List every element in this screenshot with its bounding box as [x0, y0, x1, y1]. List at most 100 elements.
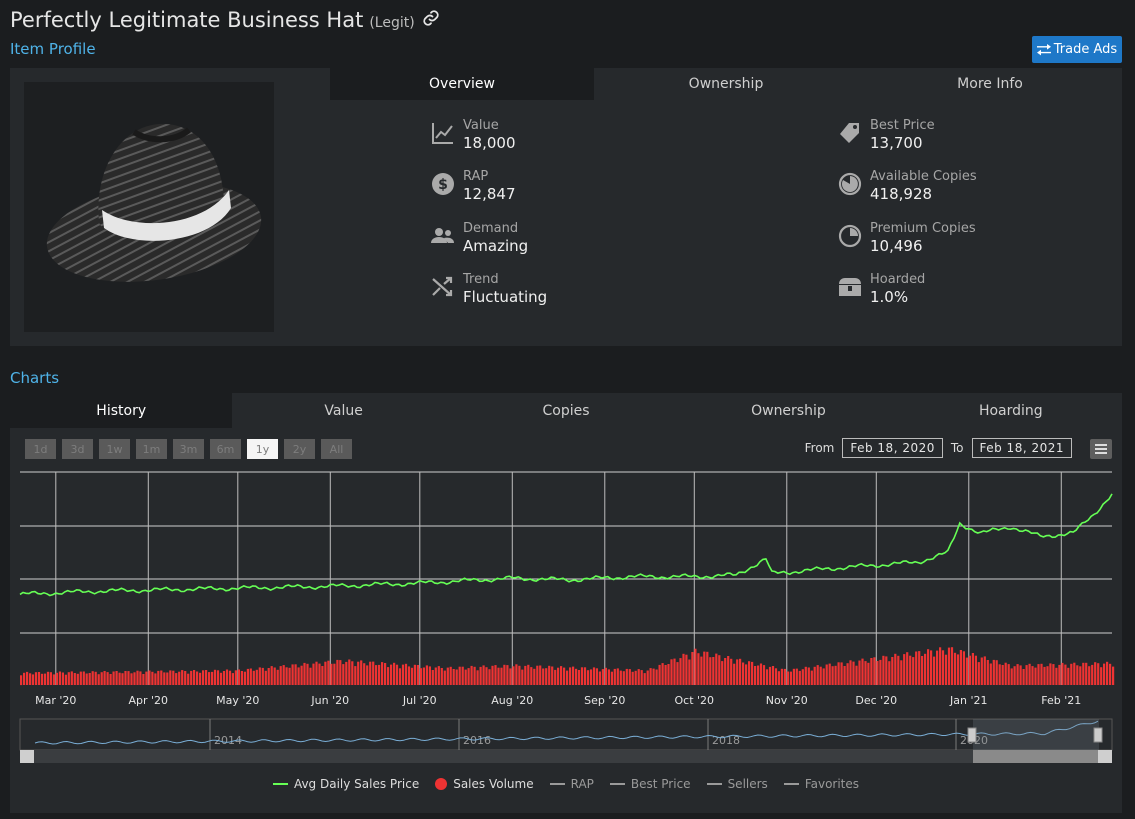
tab-hoarding[interactable]: Hoarding — [900, 393, 1122, 428]
x-tick-label: Jan '21 — [949, 694, 987, 707]
sales-volume-bar — [1040, 663, 1043, 685]
sales-volume-bar — [282, 665, 285, 685]
link-icon[interactable] — [422, 9, 440, 27]
sales-volume-bar — [882, 655, 885, 685]
sales-volume-bar — [97, 674, 100, 685]
sales-volume-bar — [252, 670, 255, 685]
scrollbar-thumb — [973, 750, 1099, 763]
tab-history[interactable]: History — [10, 393, 233, 428]
sales-volume-bar — [106, 672, 109, 685]
sales-volume-bar — [52, 674, 55, 685]
sales-volume-bar — [813, 666, 816, 685]
sales-volume-bar — [190, 670, 193, 685]
sales-volume-bar — [258, 667, 261, 685]
tab-value[interactable]: Value — [232, 393, 454, 428]
legend-item-favorites[interactable]: Favorites — [783, 777, 860, 791]
x-tick-label: Jul '20 — [402, 694, 437, 707]
sales-volume-bar — [485, 667, 488, 685]
sales-volume-bar — [1082, 662, 1085, 685]
sales-volume-bar — [464, 669, 467, 685]
sales-volume-bar — [127, 671, 130, 685]
sales-volume-bar — [142, 674, 145, 685]
sales-volume-bar — [849, 660, 852, 685]
stat-label: Demand — [463, 221, 519, 236]
sales-volume-bar — [458, 666, 461, 685]
sales-volume-bar — [580, 667, 584, 685]
sales-volume-bar — [1070, 663, 1073, 685]
sales-volume-bar — [29, 673, 32, 685]
sales-volume-bar — [494, 665, 497, 685]
sales-volume-bar — [667, 664, 670, 685]
sales-volume-bar — [542, 668, 545, 685]
sales-volume-bar — [855, 665, 858, 685]
legend-item-best-price[interactable]: Best Price — [609, 777, 691, 791]
sales-volume-bar — [861, 658, 864, 685]
sales-volume-bar — [163, 672, 166, 685]
sales-volume-bar — [419, 668, 422, 685]
sales-volume-bar — [378, 664, 381, 685]
tab-overview[interactable]: Overview — [330, 68, 594, 100]
sales-volume-bar — [613, 668, 616, 685]
sales-volume-bar — [169, 670, 172, 685]
sales-volume-bar — [909, 655, 912, 685]
sales-volume-bar — [1079, 666, 1082, 685]
legend-item-avg-price[interactable]: Avg Daily Sales Price — [272, 777, 419, 791]
sales-volume-bar — [151, 671, 154, 685]
sales-volume-bar — [670, 659, 673, 685]
legend-item-sellers[interactable]: Sellers — [706, 777, 768, 791]
sales-volume-bar — [646, 670, 649, 685]
sales-volume-bar — [381, 662, 384, 685]
sales-volume-bar — [953, 652, 957, 685]
tab-ownership-chart[interactable]: Ownership — [677, 393, 899, 428]
stat-demand: Demand Amazing — [430, 221, 528, 255]
legend-label: Best Price — [630, 777, 691, 791]
sales-volume-bar — [288, 667, 291, 685]
sales-volume-bar — [324, 661, 327, 685]
sales-volume-bar — [777, 671, 780, 685]
sales-volume-bar — [202, 670, 205, 685]
profile-tabs: Overview Ownership More Info — [330, 68, 1122, 100]
sales-volume-bar — [157, 670, 160, 685]
sales-volume-bar — [1064, 664, 1067, 685]
x-tick-label: Dec '20 — [855, 694, 897, 707]
sales-volume-bar — [625, 668, 628, 685]
sales-volume-bar — [136, 670, 139, 685]
tab-ownership[interactable]: Ownership — [594, 68, 858, 100]
sales-volume-bar — [631, 671, 634, 685]
sales-volume-bar — [852, 661, 855, 685]
sales-volume-bar — [524, 665, 527, 685]
sales-volume-bar — [357, 661, 360, 685]
legend-item-sales-volume[interactable]: Sales Volume — [435, 777, 534, 791]
sales-volume-bar — [557, 667, 560, 685]
trade-ads-button[interactable]: Trade Ads — [1032, 36, 1122, 63]
sales-volume-bar — [971, 653, 974, 685]
x-tick-label: Apr '20 — [129, 694, 169, 707]
sales-volume-bar — [130, 673, 133, 685]
legend-label: Favorites — [804, 777, 860, 791]
sales-volume-bar — [339, 660, 342, 685]
stat-value-text: Fluctuating — [463, 288, 548, 306]
sales-volume-bar — [879, 659, 882, 685]
sales-volume-bar — [404, 663, 408, 685]
sales-volume-bar — [903, 654, 906, 685]
svg-text:$: $ — [438, 177, 448, 193]
tab-more-info[interactable]: More Info — [858, 68, 1122, 100]
sales-volume-bar — [49, 672, 52, 685]
sales-volume-bar — [604, 667, 607, 685]
sales-volume-bar — [536, 665, 539, 685]
sales-volume-bar — [724, 658, 727, 685]
sales-volume-bar — [554, 669, 557, 685]
sales-volume-bar — [491, 665, 494, 685]
shuffle-icon — [430, 274, 456, 300]
tab-copies[interactable]: Copies — [455, 393, 677, 428]
navigator-left-handle — [967, 727, 977, 743]
sales-volume-bar — [443, 670, 446, 685]
sales-volume-bar — [804, 666, 807, 685]
legend-item-rap[interactable]: RAP — [549, 777, 594, 791]
sales-volume-bar — [592, 667, 596, 685]
sales-volume-bar — [452, 669, 455, 685]
chart-panel: 1d 3d 1w 1m 3m 6m 1y 2y All From Feb 18,… — [10, 428, 1122, 813]
sales-volume-bar — [145, 671, 148, 685]
sales-volume-bar — [712, 657, 715, 685]
sales-volume-bar — [139, 671, 142, 685]
